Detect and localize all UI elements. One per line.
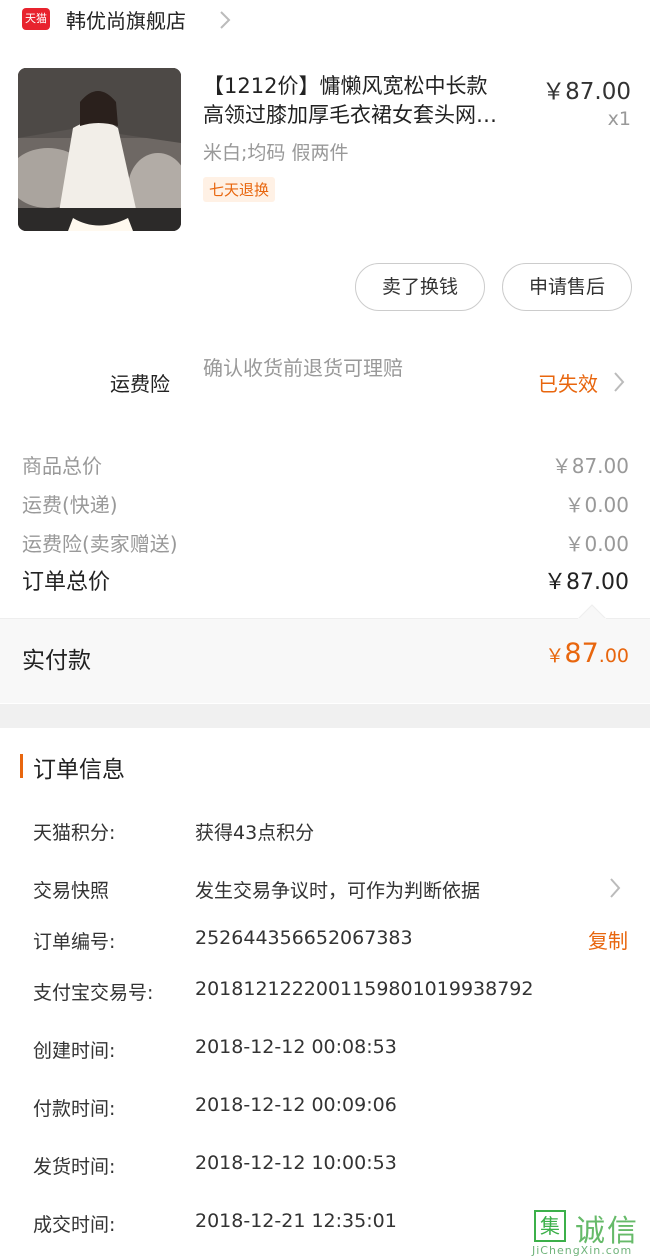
insurance-fee-label: 运费险(卖家赠送) — [22, 532, 178, 556]
product-title[interactable]: 【1212价】慵懒风宽松中长款 高领过膝加厚毛衣裙女套头网… — [203, 72, 528, 130]
shipped-time-label: 发货时间: — [33, 1156, 116, 1178]
order-total-label: 订单总价 — [22, 570, 111, 595]
product-sku: 米白;均码 假两件 — [203, 142, 349, 164]
paid-currency: ￥ — [545, 645, 565, 667]
watermark-logo: 集 — [534, 1210, 566, 1242]
section-accent-bar — [20, 754, 23, 778]
paid-amount-label: 实付款 — [22, 648, 91, 674]
created-time-label: 创建时间: — [33, 1040, 116, 1062]
product-photo-icon — [18, 68, 181, 231]
store-chevron-right-icon[interactable] — [218, 10, 232, 30]
product-quantity: x1 — [607, 108, 631, 130]
sell-for-cash-button[interactable]: 卖了换钱 — [355, 263, 485, 311]
order-number-value: 252644356652067383 — [195, 927, 413, 949]
tmall-logo: 天猫 — [22, 8, 50, 30]
trade-snapshot-label[interactable]: 交易快照 — [33, 876, 109, 903]
product-title-line-2: 高领过膝加厚毛衣裙女套头网… — [203, 103, 497, 127]
section-divider — [0, 704, 650, 728]
completed-time-label: 成交时间: — [33, 1214, 116, 1236]
paid-amount-value: ￥87.00 — [545, 638, 629, 669]
alipay-trade-number-label: 支付宝交易号: — [33, 982, 154, 1004]
watermark-url: JiChengXin.com — [532, 1244, 633, 1257]
alipay-trade-number-value: 2018121222001159801019938792 — [195, 978, 534, 1000]
completed-time-value: 2018-12-21 12:35:01 — [195, 1210, 397, 1232]
paid-integer: 87 — [564, 638, 599, 669]
return-policy-badge: 七天退换 — [203, 177, 276, 202]
insurance-fee-value: ￥0.00 — [564, 532, 629, 556]
shipping-insurance-label: 运费险 — [110, 372, 170, 396]
snapshot-chevron-right-icon[interactable] — [608, 877, 622, 899]
shipping-insurance-description: 确认收货前退货可理赔 — [203, 356, 403, 380]
tmall-points-value: 获得43点积分 — [195, 822, 315, 844]
paid-decimal: .00 — [598, 645, 629, 667]
shipping-fee-label: 运费(快递) — [22, 493, 118, 517]
order-number-label: 订单编号: — [33, 931, 116, 953]
product-price: ￥87.00 — [542, 79, 631, 105]
shipping-fee-value: ￥0.00 — [564, 493, 629, 517]
order-info-title: 订单信息 — [33, 757, 125, 783]
product-thumbnail[interactable] — [18, 68, 181, 231]
shipped-time-value: 2018-12-12 10:00:53 — [195, 1152, 397, 1174]
order-total-value: ￥87.00 — [544, 570, 629, 595]
copy-order-number-button[interactable]: 复制 — [588, 925, 628, 954]
paid-time-label: 付款时间: — [33, 1098, 116, 1120]
paid-time-value: 2018-12-12 00:09:06 — [195, 1094, 397, 1116]
tmall-points-label: 天猫积分: — [33, 822, 116, 844]
created-time-value: 2018-12-12 00:08:53 — [195, 1036, 397, 1058]
request-aftersale-button[interactable]: 申请售后 — [502, 263, 632, 311]
goods-total-value: ￥87.00 — [551, 454, 629, 478]
store-name-link[interactable]: 韩优尚旗舰店 — [66, 5, 186, 34]
shipping-insurance-status[interactable]: 已失效 — [538, 368, 598, 397]
goods-total-label: 商品总价 — [22, 454, 102, 478]
caret-up-icon — [578, 604, 606, 620]
insurance-chevron-right-icon[interactable] — [612, 371, 626, 393]
product-title-line-1: 【1212价】慵懒风宽松中长款 — [203, 74, 488, 98]
trade-snapshot-value[interactable]: 发生交易争议时，可作为判断依据 — [195, 876, 480, 903]
